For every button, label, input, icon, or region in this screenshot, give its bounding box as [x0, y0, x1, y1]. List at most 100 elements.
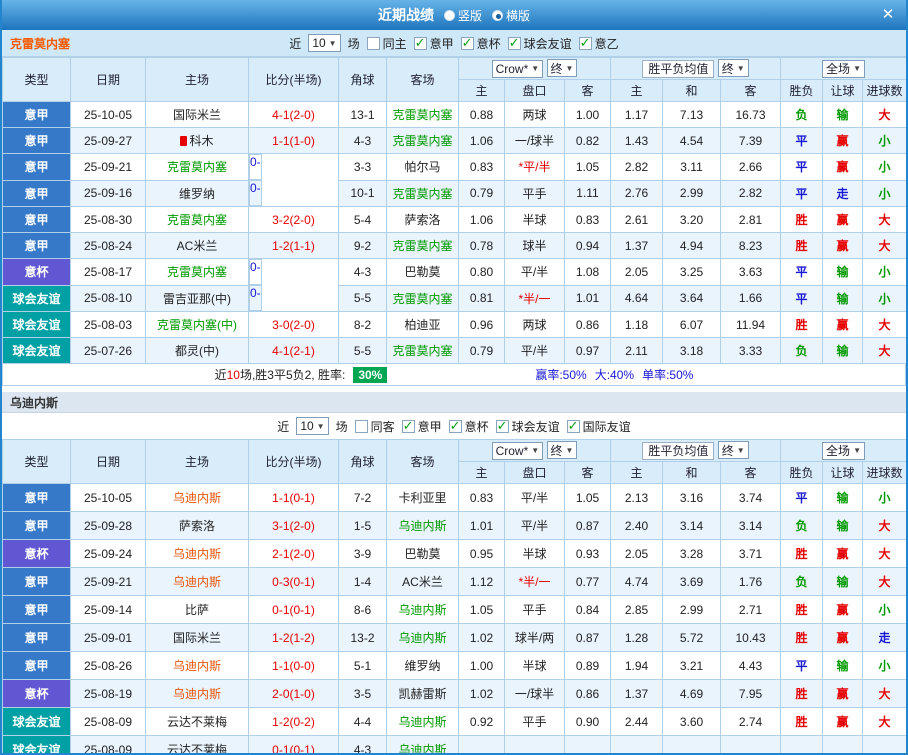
match-row: 球会友谊25-08-10雷吉亚那(中)0-0(0-0) 5-5克雷莫内塞0.81*… — [2, 284, 906, 312]
league-checkbox-coppa[interactable]: 意杯 — [448, 418, 489, 435]
match-score: 0-1(0-1) — [248, 595, 339, 624]
avg-odds-label: 胜平负均值 — [642, 441, 715, 460]
corner-score: 1-4 — [338, 567, 387, 596]
league-type-badge: 意杯 — [2, 679, 71, 708]
asian-handicap: *半/一 — [504, 567, 565, 596]
result-handicap: 输 — [822, 258, 864, 286]
league-checkbox-club-friendly[interactable]: 球会友谊 — [495, 418, 560, 435]
home-team: 乌迪内斯 — [145, 539, 249, 568]
checkbox-icon — [460, 35, 474, 51]
result-outcome: 胜 — [780, 595, 824, 624]
asian-home-odds: 1.12 — [458, 567, 505, 596]
asian-away-odds: 0.84 — [563, 595, 612, 624]
match-date: 25-09-14 — [70, 595, 146, 624]
match-row: 意甲 25-09-27 科木 1-1(1-0) 4-3 克雷莫内塞 1.06 一/球半 0.82… — [2, 127, 906, 154]
result-goals: 小 — [862, 284, 906, 312]
asian-home-odds: 0.96 — [458, 311, 505, 338]
avg-stage-select[interactable]: 终 ▼ — [717, 59, 749, 78]
close-icon[interactable]: ✕ — [878, 5, 898, 23]
result-goals: 小 — [862, 595, 906, 624]
checkbox-icon — [401, 418, 415, 434]
same-away-checkbox[interactable]: 同客 — [354, 418, 395, 435]
scope-select[interactable]: 全场 ▼ — [822, 59, 865, 78]
odds-lose: 16.73 — [720, 101, 782, 128]
match-score: 0-0(0-0) — [249, 154, 262, 180]
checkbox-icon — [354, 419, 368, 433]
col-result-goals: 进球数 — [862, 461, 906, 484]
result-outcome — [780, 735, 824, 753]
result-goals: 小 — [862, 179, 906, 207]
result-outcome: 负 — [780, 101, 824, 128]
league-checkbox-intl-friendly[interactable]: 国际友谊 — [566, 418, 631, 435]
match-row: 意甲 25-09-28 萨索洛 3-1(2-0) 1-5 乌迪内斯 1.01 平/半 0.87 2… — [2, 511, 906, 540]
odds-win: 2.13 — [610, 483, 664, 512]
horizontal-layout-radio[interactable]: 横版 — [492, 7, 530, 24]
bookmaker-select[interactable]: Crow* ▼ — [491, 59, 544, 78]
result-outcome: 平 — [780, 284, 824, 312]
league-checkbox-seriea[interactable]: 意甲 — [413, 35, 454, 52]
col-result-wdl: 胜负 — [780, 461, 824, 484]
asian-away-odds: 1.00 — [563, 101, 612, 128]
odds-win: 2.11 — [610, 337, 664, 364]
away-team: AC米兰 — [386, 567, 459, 596]
match-count-select[interactable]: 10 ▼ — [296, 417, 329, 435]
match-score: 3-1(2-0) — [248, 511, 339, 540]
result-handicap: 走 — [822, 179, 864, 207]
corner-score: 5-5 — [338, 284, 387, 312]
col-odds-draw: 和 — [662, 79, 722, 102]
away-team: 乌迪内斯 — [386, 595, 459, 624]
league-checkbox-club-friendly[interactable]: 球会友谊 — [507, 35, 572, 52]
result-handicap: 赢 — [822, 153, 864, 181]
asian-handicap: 平手 — [504, 179, 565, 207]
odds-lose: 2.71 — [720, 595, 782, 624]
asian-away-odds: 1.05 — [563, 483, 612, 512]
match-score: 4-1(2-0) — [248, 101, 339, 128]
chevron-down-icon: ▼ — [316, 421, 325, 431]
handicap-win-rate: 赢率:50% — [535, 368, 587, 382]
match-date: 25-08-24 — [70, 232, 146, 259]
league-checkbox-seriea[interactable]: 意甲 — [401, 418, 442, 435]
odds-draw: 7.13 — [662, 101, 722, 128]
avg-stage-select[interactable]: 终 ▼ — [717, 441, 749, 460]
league-type-badge: 意甲 — [2, 595, 71, 624]
away-team: 克雷莫内塞 — [386, 101, 459, 128]
league-type-badge: 意甲 — [2, 153, 71, 181]
chevron-down-icon: ▼ — [531, 64, 540, 74]
match-date: 25-08-30 — [70, 206, 146, 233]
match-count-select[interactable]: 10 ▼ — [308, 34, 341, 52]
result-handicap: 输 — [822, 284, 864, 312]
odds-draw: 4.54 — [662, 127, 722, 154]
odds-lose: 3.14 — [720, 511, 782, 540]
udinese-section: 乌迪内斯 近 10▼ 场 同客 意甲 意杯 球会友谊 国际友谊 — [2, 392, 906, 753]
bookmaker-select[interactable]: Crow* ▼ — [491, 441, 544, 460]
result-outcome: 负 — [780, 337, 824, 364]
odds-draw: 3.21 — [662, 651, 722, 680]
corner-score: 3-3 — [338, 153, 387, 181]
record-summary: 近10场,胜3平5负2, 胜率: 30% 赢率:50% 大:40% 单率:50% — [2, 364, 906, 386]
match-date: 25-09-01 — [70, 623, 146, 652]
away-team: 卡利亚里 — [386, 483, 459, 512]
result-handicap: 输 — [822, 567, 864, 596]
same-home-checkbox[interactable]: 同主 — [366, 35, 407, 52]
odds-stage-select[interactable]: 终 ▼ — [546, 59, 578, 78]
home-team: 乌迪内斯 — [145, 651, 249, 680]
asian-home-odds: 1.06 — [458, 206, 505, 233]
league-checkbox-serieb[interactable]: 意乙 — [578, 35, 619, 52]
col-result-handicap: 让球 — [822, 461, 864, 484]
match-date: 25-08-09 — [70, 707, 146, 736]
match-row: 意杯 25-08-19 乌迪内斯 2-0(1-0) 3-5 凯赫雷斯 1.02 一/球半 0.8… — [2, 679, 906, 708]
odds-lose: 2.74 — [720, 707, 782, 736]
vertical-layout-radio[interactable]: 竖版 — [443, 7, 482, 24]
league-type-badge: 意甲 — [2, 206, 71, 233]
match-score: 0-1(0-1) — [248, 735, 339, 753]
league-checkbox-coppa[interactable]: 意杯 — [460, 35, 501, 52]
recent-results-window: 近期战绩 竖版 横版 ✕ 克雷莫内塞 近 10▼ 场 同主 意甲 意杯 球会友谊 — [0, 0, 908, 755]
asian-handicap: 平手 — [504, 707, 565, 736]
result-goals: 大 — [862, 539, 906, 568]
league-type-badge: 球会友谊 — [2, 735, 71, 753]
odds-stage-select[interactable]: 终 ▼ — [546, 441, 578, 460]
odd-rate: 单率:50% — [642, 368, 694, 382]
odds-draw: 5.72 — [662, 623, 722, 652]
league-type-badge: 球会友谊 — [2, 311, 71, 338]
scope-select[interactable]: 全场 ▼ — [822, 441, 865, 460]
